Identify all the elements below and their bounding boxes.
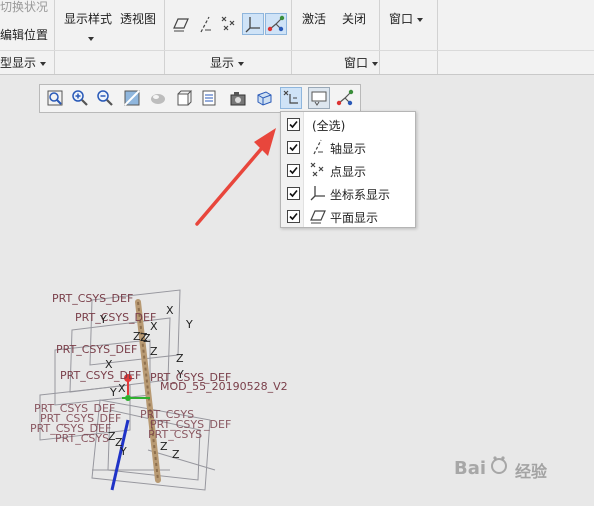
baidu-logo-icon: Bai [454, 456, 507, 479]
annotation-arrow [195, 128, 276, 226]
baidu-watermark: Bai 经验 [452, 447, 572, 487]
svg-text:Bai: Bai [454, 458, 486, 479]
watermark-text: 经验 [515, 462, 548, 481]
